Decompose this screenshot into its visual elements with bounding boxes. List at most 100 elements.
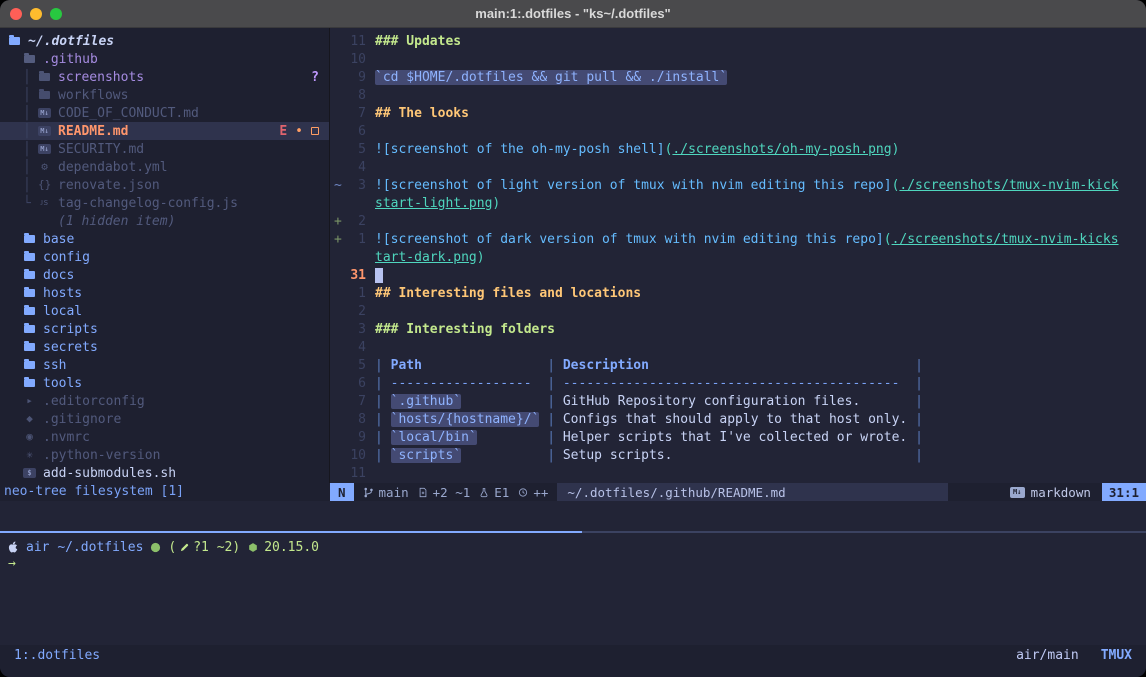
tree-item-tag-changelog-config-js[interactable]: └ᴊstag-changelog-config.js	[0, 194, 329, 212]
editor-line[interactable]: 6	[330, 122, 1146, 140]
tree-item-secrets[interactable]: secrets	[0, 338, 329, 356]
indent-guide: │	[23, 88, 38, 103]
gutter-sign	[330, 34, 344, 49]
line-text: | `local/bin` | Helper scripts that I've…	[366, 430, 923, 445]
tree-item-label: .editorconfig	[43, 394, 145, 409]
prompt-space	[49, 540, 57, 555]
tree-item-screenshots[interactable]: │screenshots?	[0, 68, 329, 86]
editor-line[interactable]: +2	[330, 212, 1146, 230]
neo-tree-status: neo-tree filesystem [1]	[0, 483, 330, 501]
tree-item-gitignore[interactable]: ◆.gitignore	[0, 410, 329, 428]
line-number: 4	[344, 160, 366, 175]
tree-item-python-version[interactable]: ✳.python-version	[0, 446, 329, 464]
editor-line[interactable]: 4	[330, 158, 1146, 176]
indent-guide: │	[23, 124, 38, 139]
window-title: main:1:.dotfiles - "ks~/.dotfiles"	[0, 6, 1146, 21]
line-number: 10	[344, 52, 366, 67]
editor-line[interactable]: ~3![screenshot of light version of tmux …	[330, 176, 1146, 194]
gitignore-icon: ◆	[23, 410, 36, 428]
gutter-sign	[330, 52, 344, 67]
editor-line[interactable]: 2	[330, 302, 1146, 320]
git-diff-label: +2 ~1	[433, 485, 471, 500]
tree-item-base[interactable]: base	[0, 230, 329, 248]
folder-icon	[24, 235, 35, 243]
python-version-icon: ✳	[23, 446, 36, 464]
tree-item-label: base	[43, 232, 74, 247]
gutter-sign	[330, 466, 344, 481]
line-number: 5	[344, 358, 366, 373]
tree-item-tools[interactable]: tools	[0, 374, 329, 392]
tree-item-config[interactable]: config	[0, 248, 329, 266]
line-text: ![screenshot of light version of tmux wi…	[366, 178, 1119, 193]
tree-item-github[interactable]: .github	[0, 50, 329, 68]
editor-line[interactable]: tart-dark.png)	[330, 248, 1146, 266]
editor-line[interactable]: 5![screenshot of the oh-my-posh shell](.…	[330, 140, 1146, 158]
apple-icon	[8, 541, 19, 554]
diagnostics-segment: E1	[479, 485, 509, 500]
folder-icon	[24, 307, 35, 315]
tree-item-readme-md[interactable]: │M↓README.mdE•	[0, 122, 329, 140]
pencil-icon	[180, 543, 189, 552]
tree-item-docs[interactable]: docs	[0, 266, 329, 284]
titlebar: main:1:.dotfiles - "ks~/.dotfiles"	[0, 0, 1146, 28]
tree-item-add-submodules-sh[interactable]: $add-submodules.sh	[0, 464, 329, 482]
folder-icon	[9, 37, 20, 45]
tree-item-label: secrets	[43, 340, 98, 355]
tree-item-hosts[interactable]: hosts	[0, 284, 329, 302]
editor-line[interactable]: 11	[330, 464, 1146, 482]
editor-line[interactable]: 9| `local/bin` | Helper scripts that I'v…	[330, 428, 1146, 446]
tree-item-dotfiles[interactable]: ~/.dotfiles	[0, 32, 329, 50]
line-number: 11	[344, 34, 366, 49]
editor-line[interactable]: 5| Path | Description |	[330, 356, 1146, 374]
editor-line[interactable]: start-light.png)	[330, 194, 1146, 212]
git-branch-label: main	[379, 485, 409, 500]
editor-line[interactable]: 7## The looks	[330, 104, 1146, 122]
tree-item-renovate-json[interactable]: │{}renovate.json	[0, 176, 329, 194]
line-number: 10	[344, 448, 366, 463]
editor-pane[interactable]: 11### Updates 10 9`cd $HOME/.dotfiles &&…	[330, 28, 1146, 483]
editor-line[interactable]: 9`cd $HOME/.dotfiles && git pull && ./in…	[330, 68, 1146, 86]
editor-line[interactable]: 4	[330, 338, 1146, 356]
tree-item-scripts[interactable]: scripts	[0, 320, 329, 338]
nvmrc-icon: ◉	[23, 428, 36, 446]
tree-item-nvmrc[interactable]: ◉.nvmrc	[0, 428, 329, 446]
tree-item-label: (1 hidden item)	[58, 214, 175, 229]
tree-item-label: CODE_OF_CONDUCT.md	[58, 106, 199, 121]
line-number: 1	[344, 232, 366, 247]
shell-pane[interactable]: air ~/.dotfiles ( ?1 ~2) 20.15.0 →	[0, 533, 1146, 645]
indent-guide: │	[23, 160, 38, 175]
tree-item-dependabot-yml[interactable]: │⚙dependabot.yml	[0, 158, 329, 176]
editor-line[interactable]: 8| `hosts/{hostname}/` | Configs that sh…	[330, 410, 1146, 428]
editor-line[interactable]: 10	[330, 50, 1146, 68]
folder-icon	[24, 343, 35, 351]
editor-line[interactable]: 6| ------------------ | ----------------…	[330, 374, 1146, 392]
gutter-sign	[330, 340, 344, 355]
tree-item-ssh[interactable]: ssh	[0, 356, 329, 374]
editor-line[interactable]: 11### Updates	[330, 32, 1146, 50]
editor-line[interactable]: 8	[330, 86, 1146, 104]
gutter-sign: ~	[330, 178, 344, 193]
editor-line[interactable]: 3### Interesting folders	[330, 320, 1146, 338]
editor-line[interactable]: +1![screenshot of dark version of tmux w…	[330, 230, 1146, 248]
git-status-open-paren: (	[168, 540, 176, 555]
tree-item-editorconfig[interactable]: ▸.editorconfig	[0, 392, 329, 410]
line-text: | ------------------ | -----------------…	[366, 376, 923, 391]
editor-line[interactable]: 1## Interesting files and locations	[330, 284, 1146, 302]
tree-item-code-of-conduct-md[interactable]: │M↓CODE_OF_CONDUCT.md	[0, 104, 329, 122]
tree-item-local[interactable]: local	[0, 302, 329, 320]
git-status-segment: ( ?1 ~2)	[168, 540, 240, 555]
gutter-sign	[330, 304, 344, 319]
tree-item-security-md[interactable]: │M↓SECURITY.md	[0, 140, 329, 158]
gutter-sign	[330, 412, 344, 427]
tree-item-1-hidden-item[interactable]: (1 hidden item)	[0, 212, 329, 230]
editor-line[interactable]: 7| `.github` | GitHub Repository configu…	[330, 392, 1146, 410]
file-path: ~/.dotfiles/.github/README.md	[557, 483, 947, 501]
editor-line[interactable]: 10| `scripts` | Setup scripts. |	[330, 446, 1146, 464]
tree-item-workflows[interactable]: │workflows	[0, 86, 329, 104]
line-text: | `.github` | GitHub Repository configur…	[366, 394, 923, 409]
shell-prompt: air ~/.dotfiles ( ?1 ~2) 20.15.0	[8, 538, 1146, 556]
line-number: 11	[344, 466, 366, 481]
tree-item-label: local	[43, 304, 82, 319]
editor-line[interactable]: 31	[330, 266, 1146, 284]
tmux-window-item[interactable]: 1:.dotfiles	[14, 647, 100, 665]
